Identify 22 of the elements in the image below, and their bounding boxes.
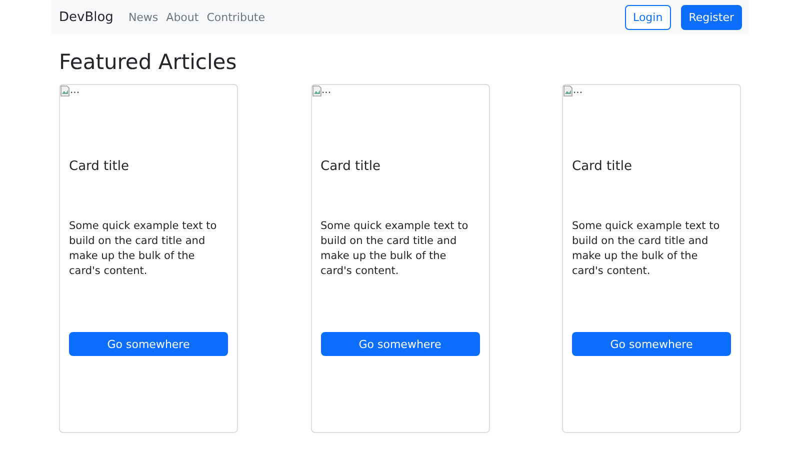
- card-title: Card title: [572, 159, 633, 176]
- card-text: Some quick example text to build on the card title and make up the bulk of the card's content.: [572, 219, 721, 279]
- register-button[interactable]: Register: [680, 4, 742, 30]
- page-heading: Featured Articles: [59, 49, 238, 75]
- card-text: Some quick example text to build on the card title and make up the bulk of the card's content.: [69, 219, 218, 279]
- image-alt-text: ...: [573, 85, 583, 97]
- brand-logo[interactable]: DevBlog: [59, 10, 114, 24]
- broken-image-icon: [312, 85, 322, 97]
- go-somewhere-button[interactable]: Go somewhere: [572, 332, 731, 356]
- image-alt-text: ...: [322, 85, 332, 97]
- broken-image-icon: [563, 85, 573, 97]
- go-somewhere-button[interactable]: Go somewhere: [320, 332, 480, 356]
- broken-image-icon: [60, 85, 70, 97]
- image-alt-text: ...: [70, 85, 80, 97]
- login-button[interactable]: Login: [625, 4, 671, 30]
- nav-link[interactable]: About: [166, 10, 199, 24]
- go-somewhere-button[interactable]: Go somewhere: [69, 332, 228, 356]
- nav-link[interactable]: News: [128, 10, 158, 24]
- nav-link[interactable]: Contribute: [206, 10, 266, 24]
- card-title: Card title: [69, 159, 130, 176]
- card-title: Card title: [320, 159, 382, 176]
- card-text: Some quick example text to build on the card title and make up the bulk of the card's content.: [320, 219, 470, 279]
